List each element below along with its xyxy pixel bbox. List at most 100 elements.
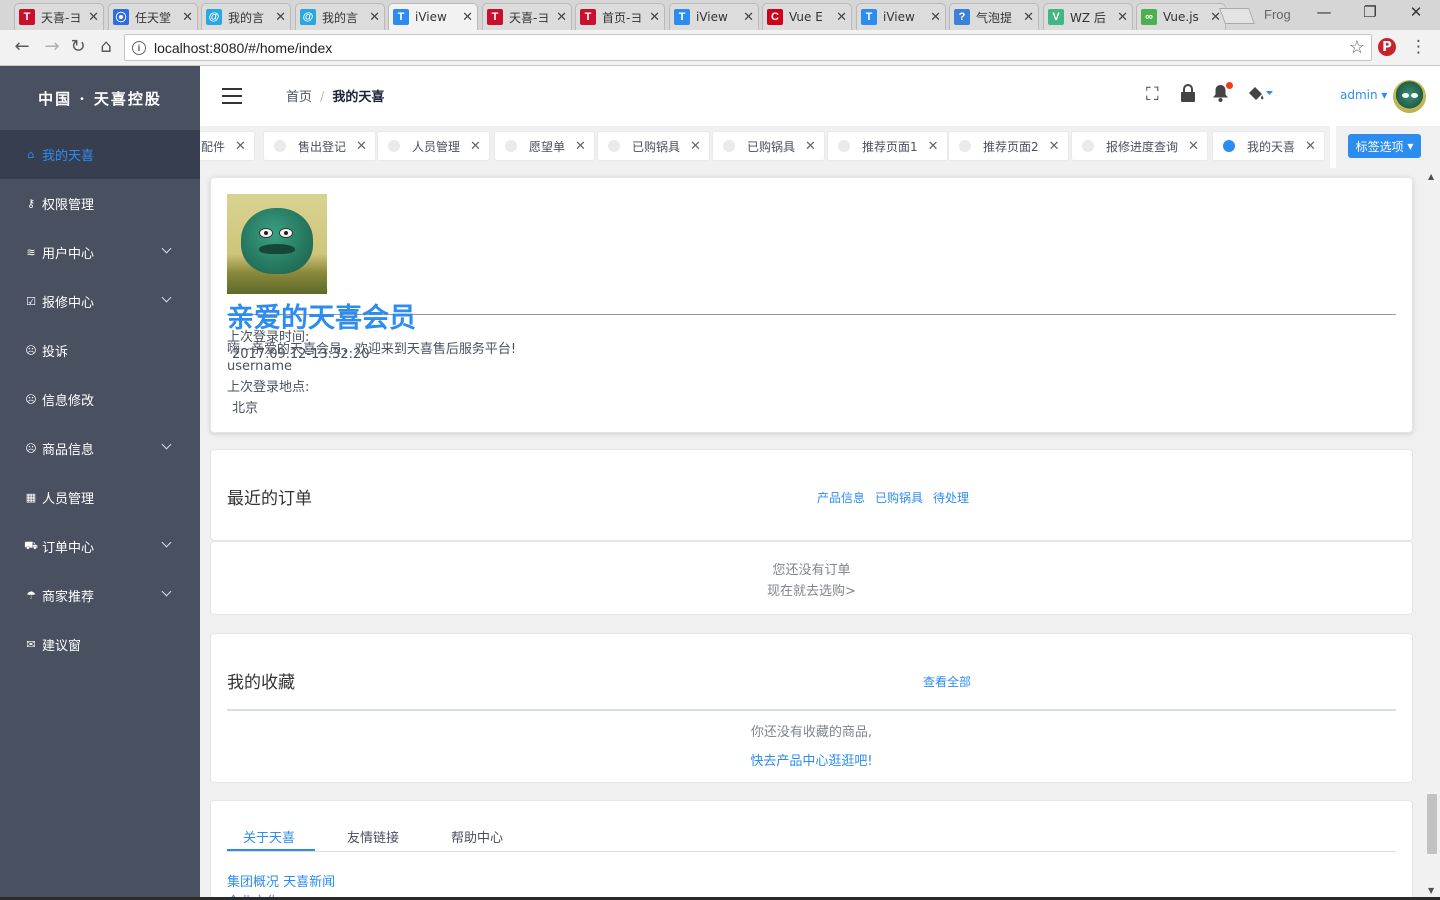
cart-icon: ⛟ <box>24 539 38 552</box>
tab-friend-links[interactable]: 友情链接 <box>347 827 399 846</box>
close-tab-icon[interactable]: ✕ <box>1117 10 1128 25</box>
browser-tab[interactable]: ? 气泡提 ✕ <box>949 3 1039 30</box>
sidebar-item[interactable]: ☑ 报修中心 <box>0 277 200 326</box>
close-tag-icon[interactable]: ✕ <box>805 139 816 154</box>
fullscreen-icon[interactable]: ⛶ <box>1146 84 1159 105</box>
sidebar-item[interactable]: ⚷ 权限管理 <box>0 179 200 228</box>
browser-tab-title: 气泡提 <box>976 10 1013 25</box>
close-tag-icon[interactable]: ✕ <box>235 139 246 154</box>
new-tab-button[interactable] <box>1219 8 1255 24</box>
tag-item[interactable]: 配件 ✕ <box>200 131 255 161</box>
tag-item[interactable]: 我的天喜 ✕ <box>1212 131 1325 161</box>
recent-orders-title: 最近的订单 <box>227 489 312 509</box>
close-tab-icon[interactable]: ✕ <box>649 10 660 25</box>
avatar[interactable] <box>1393 80 1426 113</box>
sidebar-item[interactable]: ☂ 商家推荐 <box>0 571 200 620</box>
browser-tab[interactable]: @ 我的言 ✕ <box>295 3 385 30</box>
tag-item[interactable]: 已购锅具 ✕ <box>712 131 825 161</box>
footer-link-group[interactable]: 集团概况 天喜新闻 <box>227 871 335 890</box>
tab-about[interactable]: 关于天喜 <box>243 827 295 846</box>
address-bar[interactable]: i localhost:8080/#/home/index ☆ <box>124 34 1372 61</box>
browser-tab[interactable]: TiView ✕ <box>856 3 946 30</box>
browser-menu-icon[interactable]: ⋮ <box>1410 37 1427 57</box>
browser-tab[interactable]: T 首页-ヨ ✕ <box>575 3 665 30</box>
close-tab-icon[interactable]: ✕ <box>88 10 99 25</box>
close-tab-icon[interactable]: ✕ <box>930 10 941 25</box>
tag-item[interactable]: 已购锅具 ✕ <box>597 131 710 161</box>
tab-help-center[interactable]: 帮助中心 <box>451 827 503 846</box>
sidebar-item[interactable]: ▦ 人员管理 <box>0 473 200 522</box>
reload-icon[interactable]: ↻ <box>66 36 90 57</box>
tag-options-button[interactable]: 标签选项 ▾ <box>1348 134 1421 158</box>
user-dropdown[interactable]: admin ▾ <box>1340 88 1387 102</box>
browser-tab[interactable]: T 天喜-ヨ ✕ <box>482 3 572 30</box>
bookmark-star-icon[interactable]: ☆ <box>1349 37 1365 58</box>
scroll-thumb[interactable] <box>1427 794 1437 854</box>
sidebar-item[interactable]: ☹ 投诉 <box>0 326 200 375</box>
home-page-icon[interactable]: ⌂ <box>94 36 118 57</box>
browser-tab[interactable]: C Vue E ✕ <box>762 3 852 30</box>
browser-tab[interactable]: @ 我的言 ✕ <box>201 3 291 30</box>
sidebar-item[interactable]: ☹ 商品信息 <box>0 424 200 473</box>
theme-paint-icon[interactable] <box>1246 84 1274 107</box>
sidebar-item[interactable]: ⛟ 订单中心 <box>0 522 200 571</box>
tag-item[interactable]: 人员管理 ✕ <box>377 131 490 161</box>
close-window-icon[interactable]: ✕ <box>1393 3 1439 21</box>
browser-profile-label[interactable]: Frog <box>1264 7 1291 22</box>
close-tag-icon[interactable]: ✕ <box>1305 139 1316 154</box>
go-shopping-link[interactable]: 现在就去选购> <box>211 580 1412 599</box>
close-tab-icon[interactable]: ✕ <box>1023 10 1034 25</box>
tag-item[interactable]: 推荐页面2 ✕ <box>948 131 1069 161</box>
sidebar-item[interactable]: ⌂ 我的天喜 <box>0 130 200 179</box>
scroll-down-icon[interactable]: ▼ <box>1428 886 1434 895</box>
close-tag-icon[interactable]: ✕ <box>1049 139 1060 154</box>
minimize-icon[interactable]: — <box>1301 3 1347 21</box>
page-scrollbar[interactable]: ▲ ▼ <box>1424 168 1440 900</box>
close-tab-icon[interactable]: ✕ <box>556 10 567 25</box>
close-tab-icon[interactable]: ✕ <box>182 10 193 25</box>
close-tab-icon[interactable]: ✕ <box>462 10 473 25</box>
close-tag-icon[interactable]: ✕ <box>356 139 367 154</box>
url-text: localhost:8080/#/home/index <box>154 39 333 56</box>
sidebar-item[interactable]: ≋ 用户中心 <box>0 228 200 277</box>
browser-tab[interactable]: V WZ 后 ✕ <box>1043 3 1133 30</box>
close-tag-icon[interactable]: ✕ <box>575 139 586 154</box>
site-info-icon[interactable]: i <box>132 40 146 55</box>
browser-tab[interactable]: ⦿ 任天堂 ✕ <box>108 3 198 30</box>
pinterest-extension-icon[interactable]: P <box>1378 38 1396 56</box>
recent-orders-card: 最近的订单 产品信息 已购锅具 待处理 <box>210 449 1413 541</box>
last-login-place-label: 上次登录地点: <box>227 380 310 395</box>
sidebar-item[interactable]: ☹ 信息修改 <box>0 375 200 424</box>
orders-link-purchased[interactable]: 已购锅具 <box>875 489 923 506</box>
restore-icon[interactable]: ❐ <box>1347 3 1393 21</box>
close-tag-icon[interactable]: ✕ <box>928 139 939 154</box>
tag-item[interactable]: 售出登记 ✕ <box>263 131 376 161</box>
forward-arrow-icon[interactable]: → <box>40 36 64 57</box>
sidebar-item-label: 订单中心 <box>42 541 95 556</box>
browser-tab[interactable]: TiView ✕ <box>388 3 478 30</box>
close-tab-icon[interactable]: ✕ <box>275 10 286 25</box>
close-tag-icon[interactable]: ✕ <box>690 139 701 154</box>
close-tag-icon[interactable]: ✕ <box>1188 139 1199 154</box>
orders-link-pending[interactable]: 待处理 <box>933 489 969 506</box>
close-tab-icon[interactable]: ✕ <box>836 10 847 25</box>
tag-item[interactable]: 推荐页面1 ✕ <box>827 131 948 161</box>
sidebar-item[interactable]: ✉ 建议窗 <box>0 620 200 669</box>
close-tab-icon[interactable]: ✕ <box>369 10 380 25</box>
close-tab-icon[interactable]: ✕ <box>743 10 754 25</box>
tag-item[interactable]: 报修进度查询 ✕ <box>1071 131 1208 161</box>
breadcrumb-home[interactable]: 首页 <box>286 90 312 105</box>
scroll-up-icon[interactable]: ▲ <box>1428 172 1434 181</box>
browser-tab[interactable]: ∞ Vue.js ✕ <box>1136 3 1226 30</box>
menu-toggle-icon[interactable] <box>222 88 242 109</box>
view-all-favorites-link[interactable]: 查看全部 <box>923 673 971 690</box>
back-arrow-icon[interactable]: ← <box>10 36 34 57</box>
close-tag-icon[interactable]: ✕ <box>470 139 481 154</box>
browse-products-link[interactable]: 快去产品中心逛逛吧! <box>211 750 1412 769</box>
browser-tab[interactable]: T 天喜-ヨ ✕ <box>14 3 104 30</box>
orders-link-products[interactable]: 产品信息 <box>817 489 865 506</box>
tag-item[interactable]: 愿望单 ✕ <box>494 131 595 161</box>
close-tab-icon[interactable]: ✕ <box>1210 10 1221 25</box>
lock-icon[interactable] <box>1180 84 1196 107</box>
browser-tab[interactable]: TiView ✕ <box>669 3 759 30</box>
